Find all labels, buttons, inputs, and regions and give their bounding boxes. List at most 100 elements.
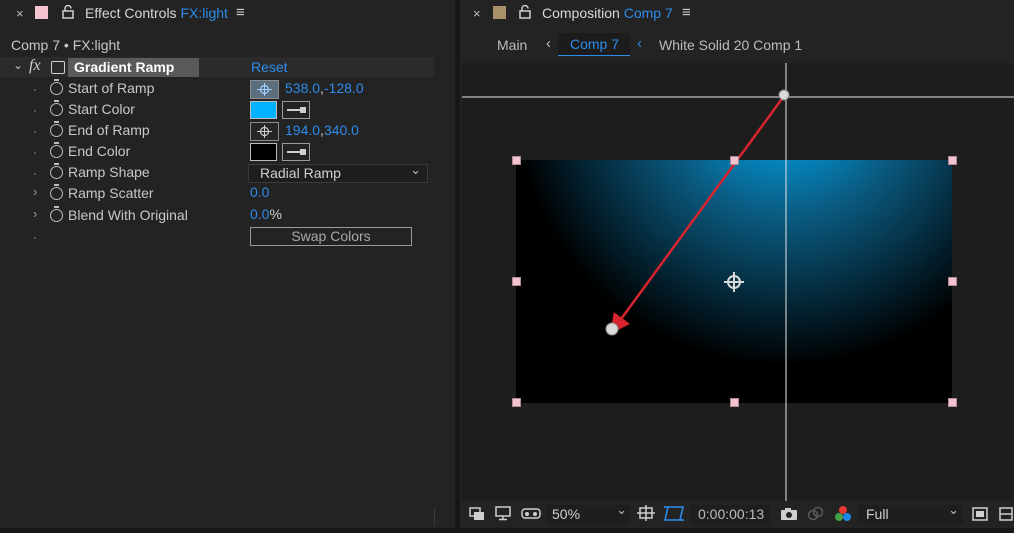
close-icon[interactable]: × [473,6,481,21]
fx-icon[interactable]: fx [29,57,41,75]
tab-title: Composition [542,5,620,21]
reset-link[interactable]: Reset [251,59,288,75]
end-y[interactable]: 340.0 [324,122,359,138]
start-of-ramp-label: Start of Ramp [68,80,155,96]
stopwatch-icon[interactable] [50,206,63,222]
viewer-canvas [462,63,1014,501]
start-color-swatch[interactable] [250,101,277,119]
swap-colors-label: Swap Colors [291,228,371,244]
start-point-handle[interactable] [778,89,790,101]
close-icon[interactable]: × [16,6,24,21]
composition-viewer[interactable] [462,63,1014,501]
expand-chevron-icon[interactable]: › [33,184,37,199]
effect-controls-tab[interactable]: Effect Controls FX:light [85,5,228,21]
nav-current-label: Comp 7 [570,36,620,52]
toggle-view-icon[interactable] [999,507,1013,524]
ramp-shape-dropdown[interactable]: Radial Ramp ⌄ [248,162,428,183]
nav-main[interactable]: Main [497,37,527,53]
zoom-dropdown[interactable]: 50% ⌄ [546,502,630,524]
end-color-swatch[interactable] [250,143,277,161]
show-snapshot-icon[interactable] [806,506,824,525]
effect-preset-icon [51,61,65,74]
resolution-dropdown[interactable]: Full ⌄ [857,502,963,524]
menu-icon[interactable]: ≡ [236,4,245,21]
vr-glasses-icon[interactable] [521,507,541,524]
property-end-color: End Color [0,142,434,163]
property-start-of-ramp: Start of Ramp 538.0,-128.0 [0,79,434,100]
effect-name[interactable]: Gradient Ramp [68,58,199,77]
always-preview-icon[interactable] [469,507,485,524]
start-of-ramp-value[interactable]: 538.0,-128.0 [285,80,364,96]
composition-tab[interactable]: Composition Comp 7 [542,5,673,21]
timecode-display[interactable]: 0:00:00:13 [690,505,770,524]
scrollbar-track[interactable] [434,508,435,526]
row-bullet [34,110,36,112]
layer-handle[interactable] [948,156,957,165]
chevron-down-icon: ⌄ [410,162,421,177]
ramp-scatter-value[interactable]: 0.0 [250,184,269,200]
property-swap-colors: Swap Colors [0,227,434,248]
monitor-icon[interactable] [495,506,511,524]
stopwatch-icon[interactable] [50,79,63,95]
snapshot-camera-icon[interactable] [780,507,798,524]
lock-icon[interactable] [519,4,531,22]
crosshair-icon[interactable] [250,122,279,141]
chevron-down-icon: ⌄ [948,502,959,517]
tab-comp-name: Comp 7 [623,5,673,21]
expand-chevron-icon[interactable]: › [33,206,37,221]
tab-layer-name: FX:light [180,5,228,21]
blend-value[interactable]: 0.0% [250,206,282,222]
stopwatch-icon[interactable] [50,163,63,179]
eyedropper-icon[interactable] [282,143,310,161]
stopwatch-icon[interactable] [50,142,63,158]
timecode-value: 0:00:00:13 [698,506,765,522]
property-ramp-shape: Ramp Shape Radial Ramp ⌄ [0,162,434,184]
region-of-interest-icon[interactable] [972,507,988,524]
blend-number[interactable]: 0.0 [250,206,269,222]
stopwatch-icon[interactable] [50,100,63,116]
layer-handle[interactable] [730,398,739,407]
stopwatch-icon[interactable] [50,121,63,137]
nav-current-comp[interactable]: Comp 7 [558,33,630,56]
panel-label-color [493,6,506,19]
ramp-shape-label: Ramp Shape [68,164,150,180]
start-color-label: Start Color [68,101,135,117]
layer-handle[interactable] [948,277,957,286]
layer-handle[interactable] [512,277,521,286]
lock-icon[interactable] [62,4,74,22]
eyedropper-icon[interactable] [282,101,310,119]
end-point-handle[interactable] [605,322,619,336]
blend-unit: % [269,206,282,222]
chevron-down-icon: ⌄ [616,502,627,517]
nav-next-comp[interactable]: White Solid 20 Comp 1 [659,37,802,53]
resolution-value: Full [866,506,889,522]
transparency-grid-icon[interactable] [663,504,685,526]
start-y[interactable]: -128.0 [324,80,364,96]
end-of-ramp-value[interactable]: 194.0,340.0 [285,122,359,138]
menu-icon[interactable]: ≡ [682,4,691,21]
layer-handle[interactable] [948,398,957,407]
row-bullet [34,152,36,154]
swap-colors-button[interactable]: Swap Colors [250,227,412,246]
crosshair-icon[interactable] [250,80,279,99]
effect-header-row[interactable] [0,57,434,77]
end-x[interactable]: 194.0 [285,122,320,138]
effect-controls-panel: × Effect Controls FX:light ≡ Comp 7 • FX… [0,0,455,528]
end-color-label: End Color [68,143,131,159]
collapse-chevron-icon[interactable]: ⌄ [13,58,23,72]
layer-handle[interactable] [512,398,521,407]
rgb-channels-icon[interactable] [834,505,852,526]
start-x[interactable]: 538.0 [285,80,320,96]
row-bullet [34,131,36,133]
ramp-scatter-label: Ramp Scatter [68,185,154,201]
layer-handle[interactable] [730,156,739,165]
stopwatch-icon[interactable] [50,184,63,200]
property-ramp-scatter: › Ramp Scatter 0.0 [0,184,434,205]
blend-with-original-label: Blend With Original [68,207,188,223]
row-bullet [34,237,36,239]
ramp-shape-value: Radial Ramp [260,165,341,181]
nav-arrow-icon: ‹ [546,35,551,52]
tab-title: Effect Controls [85,5,177,21]
resolution-grid-icon[interactable] [636,505,656,526]
layer-handle[interactable] [512,156,521,165]
